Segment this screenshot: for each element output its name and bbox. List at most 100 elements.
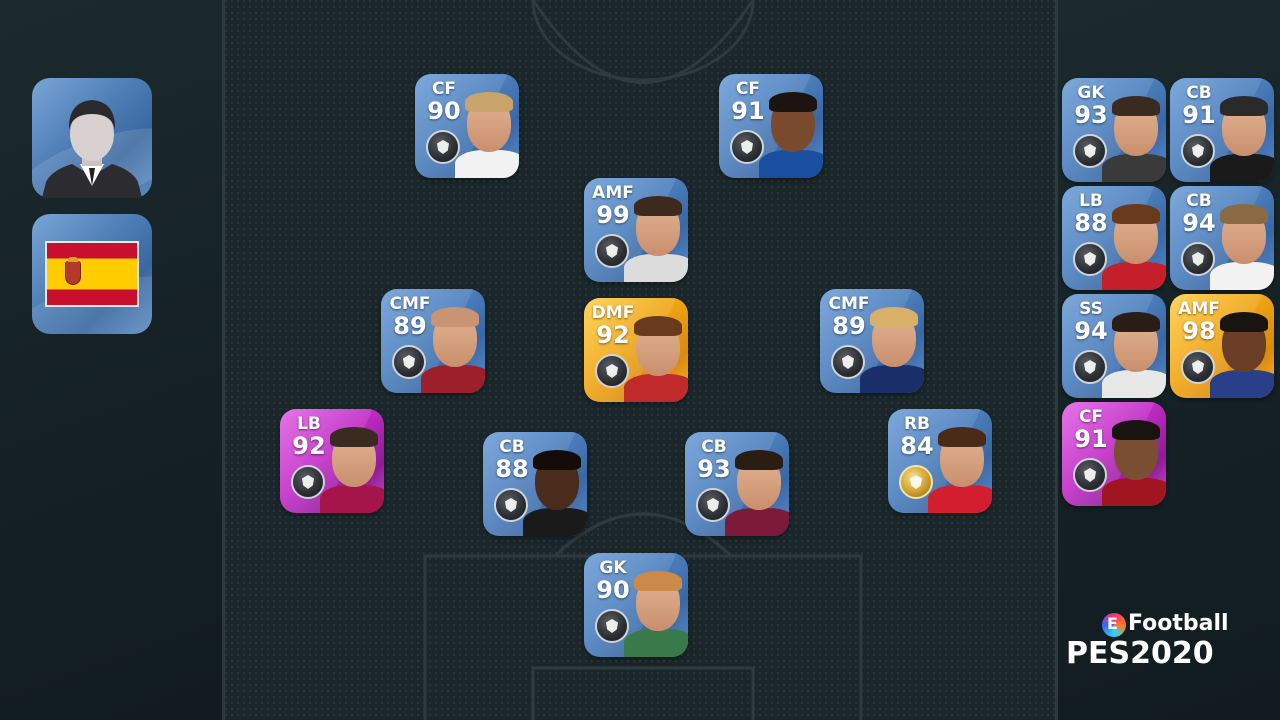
- player-card-res-7[interactable]: CF 91: [1062, 402, 1166, 506]
- player-level-badge-icon: [1181, 134, 1215, 168]
- player-card-res-2[interactable]: CB 91: [1170, 78, 1274, 182]
- player-portrait: [1210, 92, 1274, 182]
- player-shirt: [1102, 154, 1166, 182]
- player-level-badge-icon: [1073, 134, 1107, 168]
- player-level-badge-icon: [426, 130, 460, 164]
- player-position: AMF: [592, 183, 634, 203]
- player-hair: [938, 427, 986, 447]
- player-portrait: [624, 312, 688, 402]
- player-level-badge-icon: [730, 130, 764, 164]
- player-card-dmf[interactable]: DMF 92: [584, 298, 688, 402]
- player-hair: [1112, 312, 1160, 332]
- player-shirt: [928, 485, 992, 513]
- player-rating: 98: [1182, 317, 1216, 345]
- player-level-badge-icon: [1073, 242, 1107, 276]
- player-position: DMF: [591, 303, 635, 323]
- player-rating: 94: [1074, 317, 1108, 345]
- player-position: GK: [599, 558, 627, 578]
- player-portrait: [1102, 308, 1166, 398]
- player-position: CB: [1186, 191, 1212, 211]
- player-card-rb[interactable]: RB 84: [888, 409, 992, 513]
- player-portrait: [1210, 308, 1274, 398]
- player-position: CF: [1078, 407, 1104, 427]
- player-rating: 88: [495, 455, 529, 483]
- player-rating: 93: [1074, 101, 1108, 129]
- player-hair: [634, 571, 682, 591]
- player-position: GK: [1077, 83, 1105, 103]
- player-level-badge-icon: [595, 609, 629, 643]
- player-rating: 89: [393, 312, 427, 340]
- manager-avatar-icon: [42, 100, 142, 198]
- player-rating: 89: [832, 312, 866, 340]
- player-portrait: [759, 88, 823, 178]
- player-portrait: [860, 303, 924, 393]
- player-position: LB: [1079, 191, 1103, 211]
- player-portrait: [725, 446, 789, 536]
- player-hair: [465, 92, 513, 112]
- player-rating: 91: [731, 97, 765, 125]
- player-rating: 84: [900, 432, 934, 460]
- player-rating: 91: [1074, 425, 1108, 453]
- player-hair: [1112, 420, 1160, 440]
- player-card-st-left[interactable]: CF 90: [415, 74, 519, 178]
- player-rating: 92: [596, 321, 630, 349]
- player-card-gk[interactable]: GK 90: [584, 553, 688, 657]
- player-portrait: [523, 446, 587, 536]
- player-portrait: [455, 88, 519, 178]
- player-shirt: [421, 365, 485, 393]
- player-level-badge-icon: [1181, 242, 1215, 276]
- player-position: CMF: [389, 294, 431, 314]
- player-rating: 94: [1182, 209, 1216, 237]
- player-shirt: [523, 508, 587, 536]
- player-hair: [533, 450, 581, 470]
- player-shirt: [759, 150, 823, 178]
- player-hair: [1220, 96, 1268, 116]
- player-card-res-4[interactable]: CB 94: [1170, 186, 1274, 290]
- player-hair: [330, 427, 378, 447]
- player-card-res-3[interactable]: LB 88: [1062, 186, 1166, 290]
- player-rating: 90: [427, 97, 461, 125]
- player-shirt: [320, 485, 384, 513]
- player-card-lb[interactable]: LB 92: [280, 409, 384, 513]
- player-portrait: [1102, 416, 1166, 506]
- player-position: CF: [735, 79, 761, 99]
- player-shirt: [725, 508, 789, 536]
- player-position: AMF: [1178, 299, 1220, 319]
- player-shirt: [1102, 262, 1166, 290]
- player-card-cb-left[interactable]: CB 88: [483, 432, 587, 536]
- player-shirt: [1210, 262, 1274, 290]
- player-card-res-6[interactable]: AMF 98: [1170, 294, 1274, 398]
- player-card-res-5[interactable]: SS 94: [1062, 294, 1166, 398]
- player-shirt: [624, 254, 688, 282]
- player-card-cmf-right[interactable]: CMF 89: [820, 289, 924, 393]
- spain-flag-icon: [45, 241, 139, 307]
- player-level-badge-icon: [595, 234, 629, 268]
- player-position: RB: [903, 414, 931, 434]
- player-level-badge-icon: [392, 345, 426, 379]
- player-card-st-right[interactable]: CF 91: [719, 74, 823, 178]
- player-card-cb-right[interactable]: CB 93: [685, 432, 789, 536]
- player-shirt: [455, 150, 519, 178]
- player-card-amf[interactable]: AMF 99: [584, 178, 688, 282]
- efootball-pes2020-logo: Football PES2020: [1066, 610, 1272, 671]
- player-position: CB: [701, 437, 727, 457]
- player-card-cmf-left[interactable]: CMF 89: [381, 289, 485, 393]
- player-portrait: [1210, 200, 1274, 290]
- player-position: CF: [431, 79, 457, 99]
- player-shirt: [1210, 154, 1274, 182]
- player-card-res-1[interactable]: GK 93: [1062, 78, 1166, 182]
- player-portrait: [421, 303, 485, 393]
- player-level-badge-icon: [291, 465, 325, 499]
- nationality-card[interactable]: [32, 214, 152, 334]
- player-hair: [431, 307, 479, 327]
- manager-card[interactable]: [32, 78, 152, 198]
- player-shirt: [1102, 478, 1166, 506]
- player-rating: 91: [1182, 101, 1216, 129]
- player-shirt: [860, 365, 924, 393]
- player-shirt: [1210, 370, 1274, 398]
- player-rating: 99: [596, 201, 630, 229]
- player-level-badge-icon: [1073, 350, 1107, 384]
- player-rating: 88: [1074, 209, 1108, 237]
- player-position: CB: [1186, 83, 1212, 103]
- player-hair: [634, 316, 682, 336]
